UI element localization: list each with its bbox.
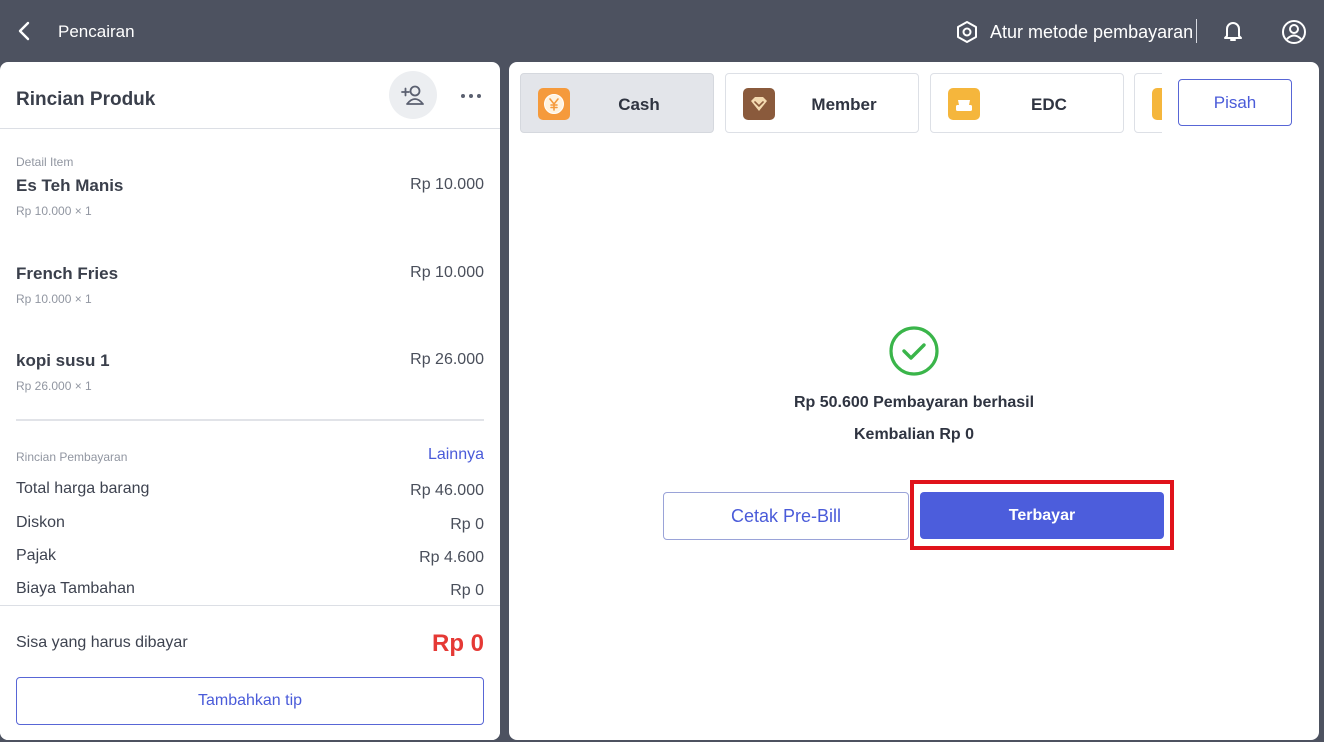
item-price: Rp 10.000 [410,176,484,193]
method-label: EDC [1031,95,1067,114]
method-partial[interactable] [1134,73,1162,133]
order-item[interactable]: Es Teh Manis Rp 10.000 Rp 10.000 × 1 [16,176,484,226]
summary-value: Rp 46.000 [410,482,484,499]
item-name: Es Teh Manis [16,176,124,195]
summary-row: Total harga barang Rp 46.000 [16,480,484,502]
add-customer-button[interactable] [389,71,437,119]
summary-label: Diskon [16,514,65,531]
add-user-icon [401,85,424,105]
check-circle-icon [889,326,939,376]
summary-row: Biaya Tambahan Rp 0 [16,580,484,602]
method-member[interactable]: Member [725,73,919,133]
product-panel-header: Rincian Produk [0,62,500,129]
more-link[interactable]: Lainnya [428,446,484,464]
top-bar: Pencairan Atur metode pembayaran [0,0,1324,62]
method-label: Member [811,95,877,114]
back-arrow-icon[interactable] [14,20,36,42]
order-item[interactable]: kopi susu 1 Rp 26.000 Rp 26.000 × 1 [16,351,484,401]
summary-label: Pajak [16,547,57,564]
remaining-amount: Rp 0 [431,630,484,657]
add-tip-button[interactable]: Tambahkan tip [16,677,484,725]
payment-panel: Cash Member EDC Pisah Rp 50.600 Pembayar… [509,62,1319,740]
change-amount-message: Kembalian Rp 0 [853,426,975,443]
method-cash[interactable]: Cash [520,73,714,133]
panel-footer: Sisa yang harus dibayar Rp 0 Tambahkan t… [0,605,500,740]
remaining-label: Sisa yang harus dibayar [16,634,188,651]
user-account-icon[interactable] [1281,19,1307,45]
payment-settings-label: Atur metode pembayaran [990,21,1194,42]
product-panel-title: Rincian Produk [16,89,156,110]
bell-icon[interactable] [1221,19,1245,43]
method-label: Cash [618,95,660,114]
partial-method-icon [1152,88,1162,120]
item-unit-qty: Rp 10.000 × 1 [16,292,92,306]
item-price: Rp 10.000 [410,264,484,281]
summary-row: Diskon Rp 0 [16,514,484,536]
summary-label: Biaya Tambahan [16,580,135,597]
payment-details-label: Rincian Pembayaran [16,450,128,464]
paid-button[interactable]: Terbayar [920,492,1164,539]
page-title: Pencairan [58,22,135,41]
item-price: Rp 26.000 [410,351,484,368]
item-name: kopi susu 1 [16,351,110,370]
payment-success-message: Rp 50.600 Pembayaran berhasil [793,394,1035,411]
item-name: French Fries [16,264,119,283]
method-edc[interactable]: EDC [930,73,1124,133]
more-options-icon[interactable] [456,84,486,108]
summary-row: Pajak Rp 4.600 [16,547,484,569]
top-divider [1196,19,1197,43]
payment-settings-button[interactable]: Atur metode pembayaran [955,19,1193,45]
print-prebill-button[interactable]: Cetak Pre-Bill [663,492,909,540]
summary-value: Rp 0 [450,516,484,533]
summary-value: Rp 4.600 [419,549,484,566]
settings-hexagon-icon [957,21,977,43]
summary-value: Rp 0 [450,582,484,599]
payment-methods: Cash Member EDC [520,73,1162,133]
summary-label: Total harga barang [16,480,150,497]
split-payment-button[interactable]: Pisah [1178,79,1292,126]
item-unit-qty: Rp 10.000 × 1 [16,204,92,218]
divider [16,419,484,421]
order-item[interactable]: French Fries Rp 10.000 Rp 10.000 × 1 [16,264,484,314]
item-unit-qty: Rp 26.000 × 1 [16,379,92,393]
detail-item-label: Detail Item [16,155,74,169]
product-details-panel: Rincian Produk Detail Item Es Teh Manis … [0,62,500,740]
